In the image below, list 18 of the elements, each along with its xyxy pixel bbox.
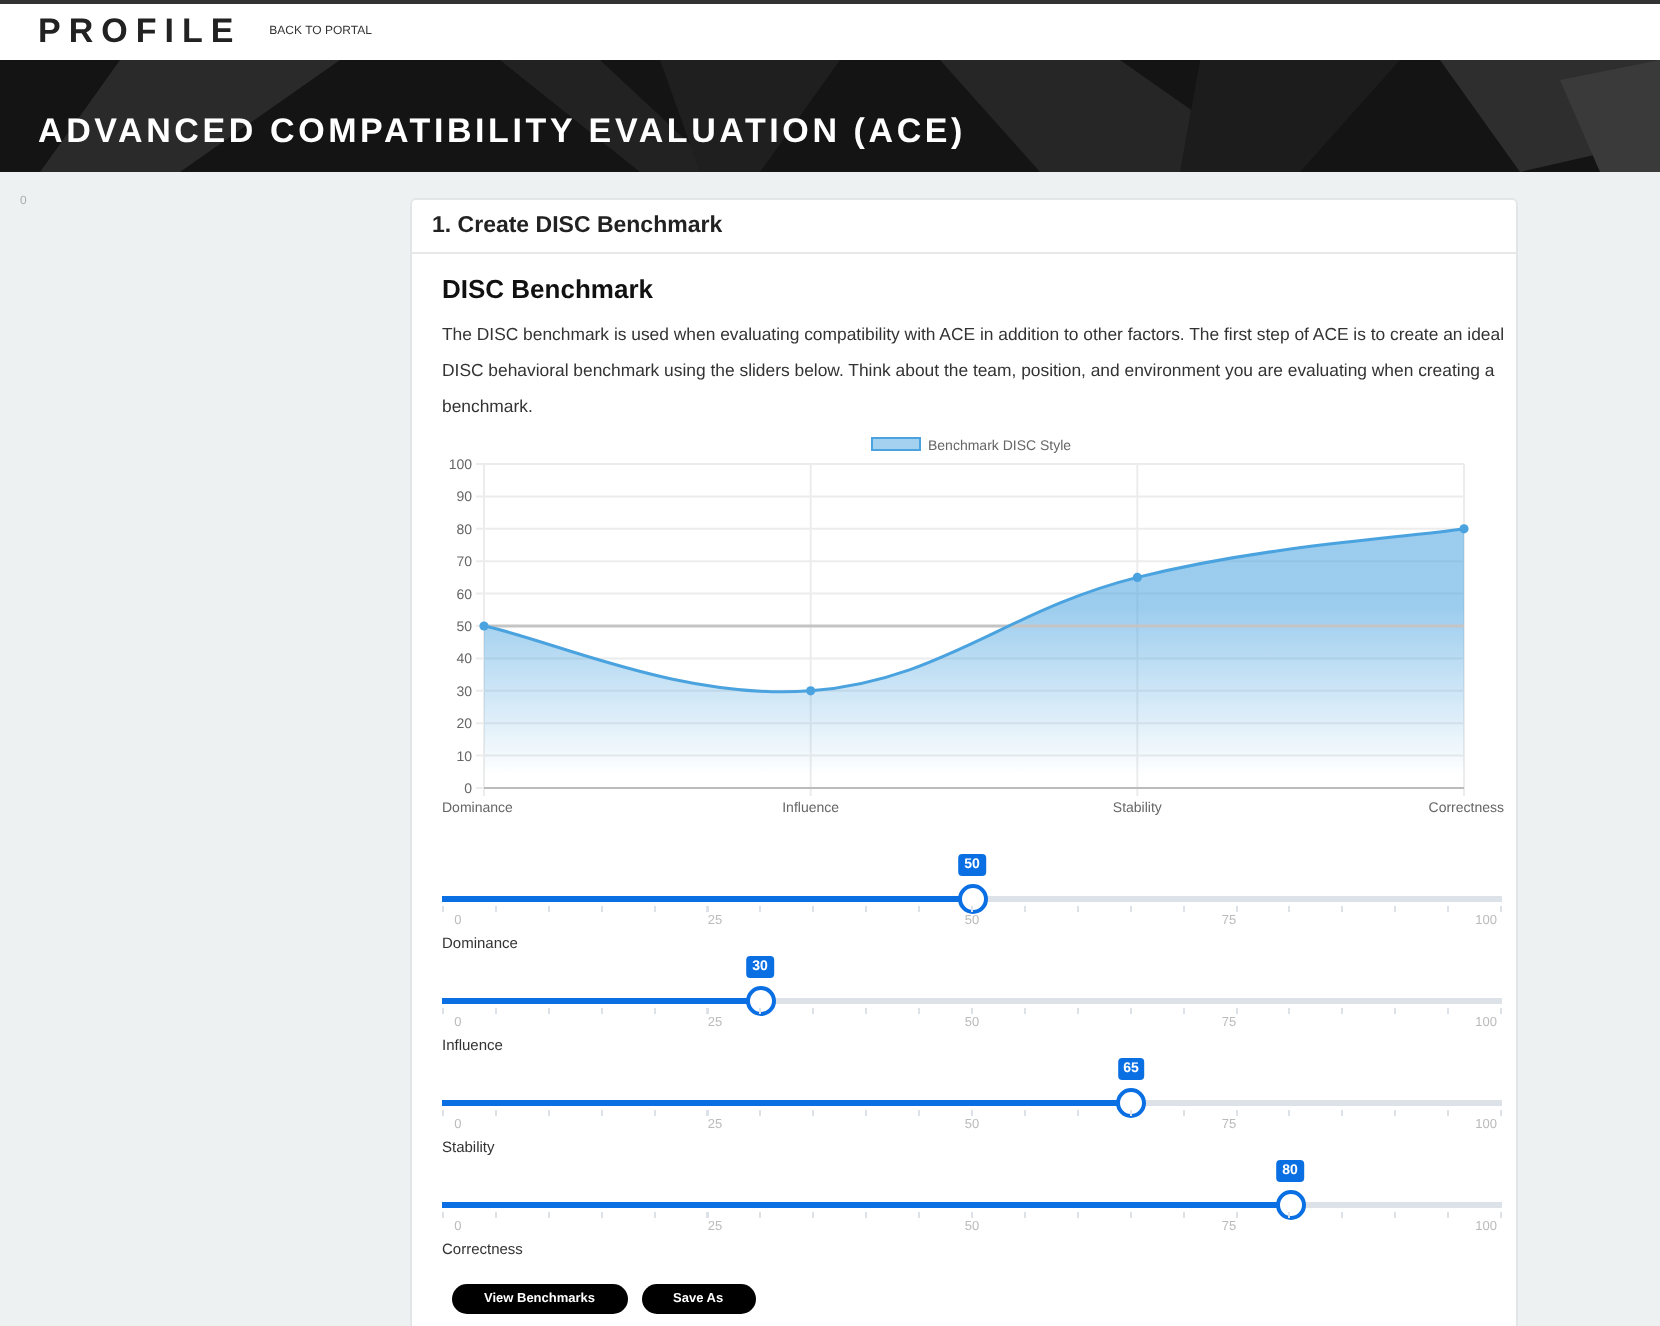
description: The DISC benchmark is used when evaluating compatibility with ACE in addition to other factors. The first step of ACE is to create an ideal DISC behavioral benchmark using the sliders below. Think about the team, position, and environment you are evaluating when creating a benchmark.	[442, 322, 1504, 420]
logo: PROFILE	[38, 12, 242, 52]
data-point	[806, 686, 816, 696]
section-heading: DISC Benchmark	[442, 274, 655, 304]
slider[interactable]	[442, 1190, 1502, 1220]
slider-thumb[interactable]	[1116, 1088, 1146, 1118]
slider-thumb[interactable]	[745, 986, 775, 1016]
data-point	[479, 621, 489, 631]
page-title: ADVANCED COMPATIBILITY EVALUATION (ACE)	[36, 112, 967, 154]
data-point	[1132, 572, 1142, 582]
card-header: 1. Create DISC Benchmark	[412, 200, 1516, 254]
legend-swatch	[871, 437, 921, 451]
slider-thumb[interactable]	[1275, 1190, 1305, 1220]
slider[interactable]	[442, 884, 1502, 914]
slider[interactable]	[442, 1088, 1502, 1118]
slider-thumb[interactable]	[957, 884, 987, 914]
slider[interactable]	[442, 986, 1502, 1016]
data-point	[1459, 524, 1469, 534]
